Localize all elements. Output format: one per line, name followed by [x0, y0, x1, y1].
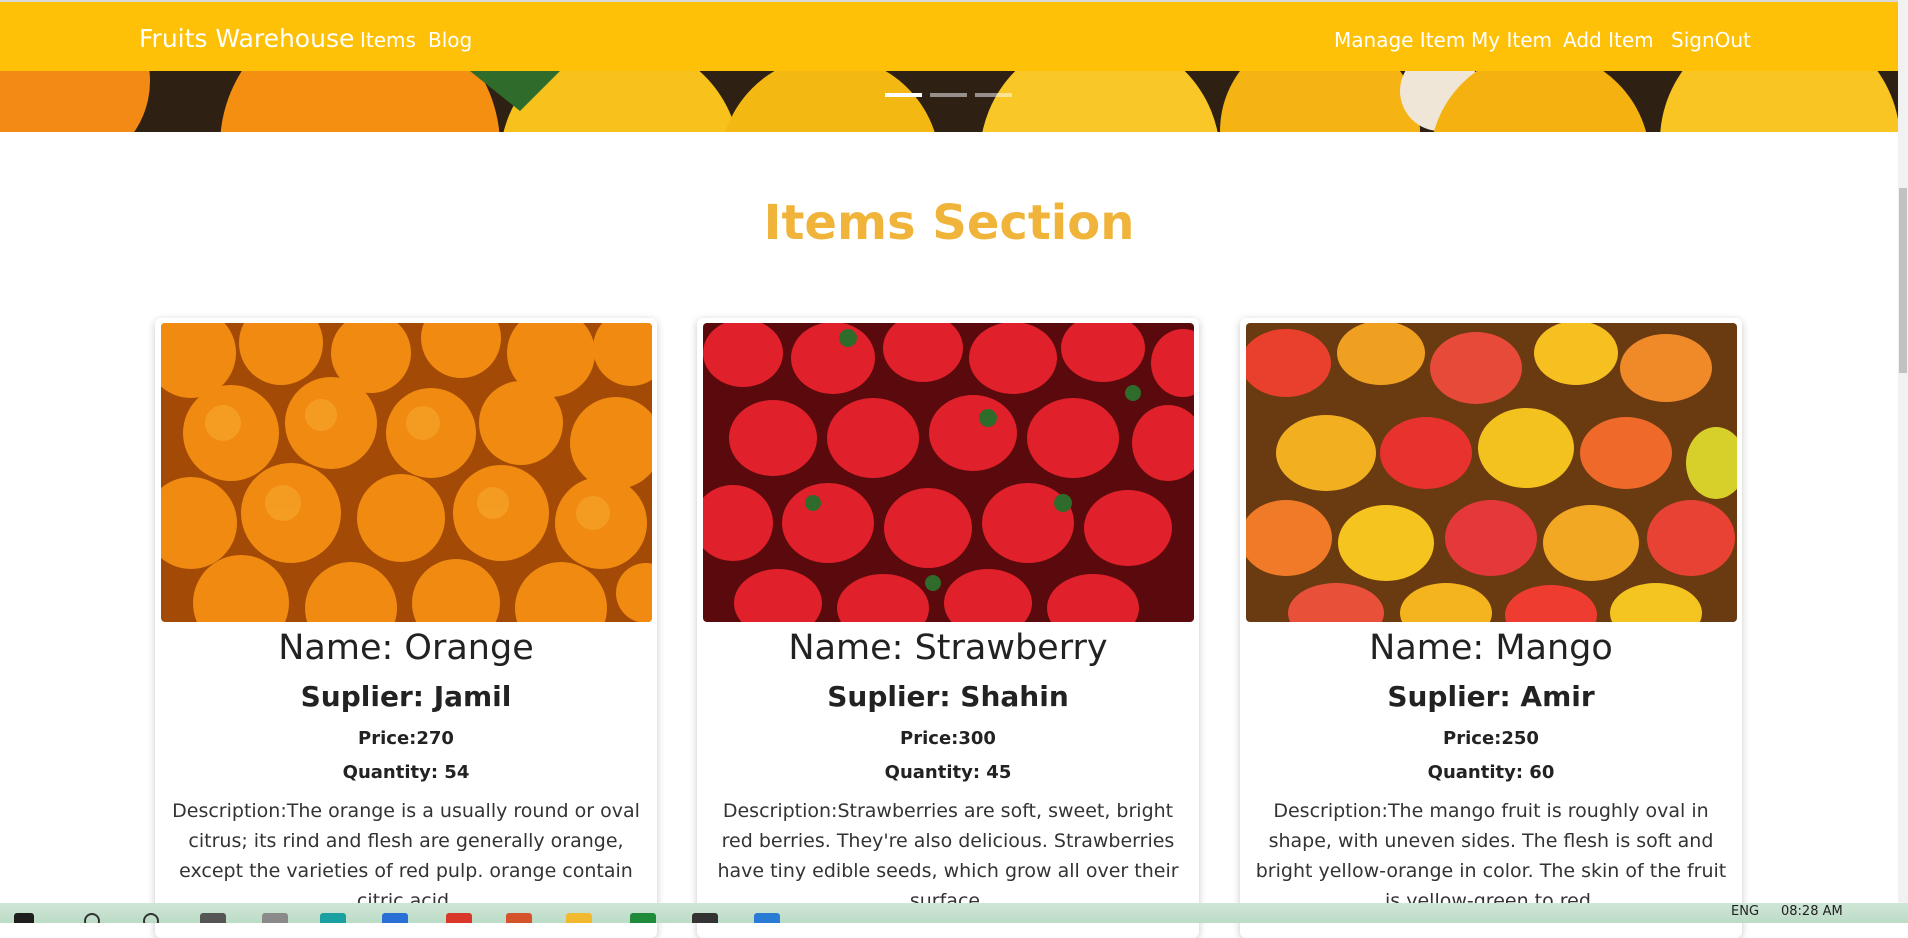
- item-description: Description:The mango fruit is roughly o…: [1255, 800, 1727, 912]
- terminal-icon[interactable]: [692, 913, 718, 923]
- mail-icon[interactable]: [382, 913, 408, 923]
- nav-link-items[interactable]: Items: [360, 28, 416, 52]
- item-name: Name: Strawberry: [788, 628, 1108, 668]
- carousel-indicator[interactable]: [975, 93, 1012, 97]
- windows-start-icon[interactable]: [14, 913, 34, 923]
- nav-link-manage-item[interactable]: Manage Item: [1334, 28, 1465, 52]
- item-quantity: Quantity: 60: [1427, 762, 1555, 783]
- carousel-indicator[interactable]: [885, 93, 922, 97]
- orange-image: [161, 323, 652, 622]
- nav-link-add-item[interactable]: Add Item: [1563, 28, 1654, 52]
- nav-link-my-item[interactable]: My Item: [1471, 28, 1552, 52]
- scrollbar-thumb[interactable]: [1899, 188, 1907, 373]
- language-indicator[interactable]: ENG: [1731, 904, 1759, 919]
- sheets-icon[interactable]: [630, 913, 656, 923]
- item-name: Name: Orange: [278, 628, 534, 668]
- item-card-mango: Name: Mango Suplier: Amir Price:250 Quan…: [1240, 318, 1742, 938]
- task-view-icon[interactable]: [200, 913, 226, 923]
- chrome-icon[interactable]: [446, 913, 472, 923]
- mango-image: [1246, 323, 1737, 622]
- item-card-orange: Name: Orange Suplier: Jamil Price:270 Qu…: [155, 318, 657, 938]
- nav-link-blog[interactable]: Blog: [428, 28, 472, 52]
- item-supplier: Suplier: Amir: [1387, 680, 1595, 713]
- item-supplier: Suplier: Jamil: [300, 680, 512, 713]
- nav-link-signout[interactable]: SignOut: [1671, 28, 1751, 52]
- hero-carousel: [0, 71, 1898, 132]
- powerpoint-icon[interactable]: [506, 913, 532, 923]
- vscode-icon[interactable]: [754, 913, 780, 923]
- settings-icon[interactable]: [262, 913, 288, 923]
- top-navbar: Fruits Warehouse Items Blog Manage Item …: [0, 0, 1898, 71]
- cortana-icon[interactable]: [143, 913, 159, 923]
- item-name: Name: Mango: [1369, 628, 1613, 668]
- item-supplier: Suplier: Shahin: [827, 680, 1069, 713]
- clock[interactable]: 08:28 AM: [1781, 904, 1843, 919]
- page-scrollbar[interactable]: [1898, 0, 1908, 903]
- item-price: Price:250: [1443, 728, 1539, 749]
- item-description: Description:The orange is a usually roun…: [172, 800, 640, 912]
- item-price: Price:270: [358, 728, 454, 749]
- item-description: Description:Strawberries are soft, sweet…: [717, 800, 1179, 912]
- item-quantity: Quantity: 54: [342, 762, 470, 783]
- hero-fruit-image: [0, 71, 1898, 132]
- carousel-indicator[interactable]: [930, 93, 967, 97]
- file-explorer-icon[interactable]: [566, 913, 592, 923]
- item-quantity: Quantity: 45: [884, 762, 1012, 783]
- section-title: Items Section: [763, 195, 1135, 251]
- search-icon[interactable]: [84, 913, 100, 923]
- edge-browser-icon[interactable]: [320, 913, 346, 923]
- item-price: Price:300: [900, 728, 996, 749]
- strawberry-image: [703, 323, 1194, 622]
- brand-logo[interactable]: Fruits Warehouse: [139, 24, 354, 53]
- os-taskbar: ENG 08:28 AM: [0, 903, 1908, 923]
- item-card-strawberry: Name: Strawberry Suplier: Shahin Price:3…: [697, 318, 1199, 938]
